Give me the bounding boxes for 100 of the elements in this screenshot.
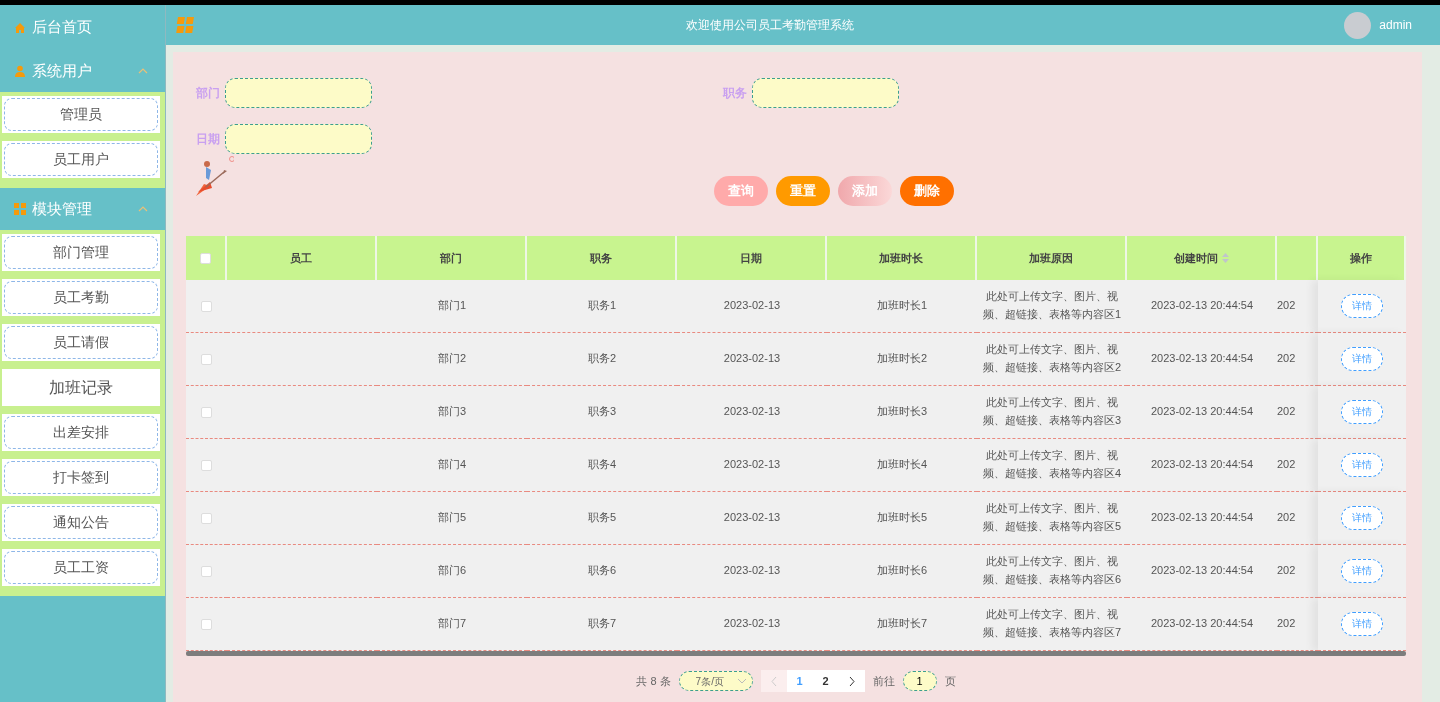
field-label: 日期: [195, 131, 220, 148]
page-button[interactable]: 2: [812, 670, 839, 692]
chevron-right-icon: [848, 677, 855, 687]
group-header[interactable]: 模块管理: [32, 197, 131, 221]
table-cell: 部门3: [377, 386, 527, 439]
table-cell: 2023-02-13 20:44:54: [1127, 386, 1277, 439]
table-cell: 加班时长7: [827, 598, 977, 651]
chevron-left-icon: [770, 677, 777, 687]
row-checkbox[interactable]: [201, 565, 212, 577]
table-cell: 此处可上传文字、图片、视频、超链接、表格等内容区1: [977, 280, 1127, 333]
page-number-field[interactable]: 1: [902, 671, 937, 691]
details-button[interactable]: 详情: [1341, 612, 1383, 636]
column-header: 操作: [1318, 236, 1406, 280]
menu-item[interactable]: 加班记录: [2, 369, 160, 406]
details-button[interactable]: 详情: [1341, 506, 1383, 530]
search-button[interactable]: 查询: [714, 176, 768, 206]
menu-item[interactable]: 员工工资: [2, 549, 160, 586]
table-cell: 2023-02-13 20:44:54: [1127, 439, 1277, 492]
table-cell: 2023-02-13: [677, 386, 827, 439]
table-cell: 202: [1277, 439, 1318, 492]
table-cell: 2023-02-13: [677, 333, 827, 386]
menu-item[interactable]: 管理员: [2, 96, 160, 133]
column-header: 员工: [227, 236, 377, 280]
table-cell: 加班时长1: [827, 280, 977, 333]
table-cell: 202: [1277, 545, 1318, 598]
row-checkbox[interactable]: [201, 406, 212, 418]
horizontal-scrollbar[interactable]: [186, 651, 1406, 656]
column-header: 部门: [377, 236, 527, 280]
table-cell: 此处可上传文字、图片、视频、超链接、表格等内容区4: [977, 439, 1127, 492]
select-all-checkbox[interactable]: [200, 252, 211, 264]
table-cell: 职务5: [527, 492, 677, 545]
rocket-drawing: [194, 156, 234, 198]
input-field[interactable]: [225, 124, 372, 154]
home-link[interactable]: 后台首页: [32, 16, 92, 39]
dropdown-caret-icon[interactable]: [737, 678, 746, 684]
menu-item[interactable]: 员工用户: [2, 141, 160, 178]
table-cell: 2023-02-13: [677, 439, 827, 492]
menu-item[interactable]: 部门管理: [2, 234, 160, 271]
table-cell: 加班时长2: [827, 333, 977, 386]
table-cell: 部门2: [377, 333, 527, 386]
column-header: 日期: [677, 236, 827, 280]
details-button[interactable]: 详情: [1341, 400, 1383, 424]
table-cell: 职务4: [527, 439, 677, 492]
details-button[interactable]: 详情: [1341, 453, 1383, 477]
menu-item[interactable]: 员工考勤: [2, 279, 160, 316]
table-cell: 此处可上传文字、图片、视频、超链接、表格等内容区3: [977, 386, 1127, 439]
sort-icon[interactable]: [1221, 253, 1229, 263]
table-cell: 此处可上传文字、图片、视频、超链接、表格等内容区5: [977, 492, 1127, 545]
system-title: 欢迎使用公司员工考勤管理系统: [685, 17, 856, 34]
home-icon: [14, 21, 26, 34]
table-cell: 此处可上传文字、图片、视频、超链接、表格等内容区7: [977, 598, 1127, 651]
page-size-select[interactable]: 7条/页: [678, 671, 753, 691]
group-header[interactable]: 系统用户: [32, 59, 131, 83]
table-cell: 202: [1277, 333, 1318, 386]
table-cell: 2023-02-13: [677, 598, 827, 651]
details-button[interactable]: 详情: [1341, 347, 1383, 371]
table-cell: 202: [1277, 598, 1318, 651]
menu-item[interactable]: 打卡签到: [2, 459, 160, 496]
chevron-icon[interactable]: [137, 66, 149, 76]
page-suffix: 页: [944, 673, 956, 689]
row-checkbox[interactable]: [201, 353, 212, 365]
table-cell: 职务7: [527, 598, 677, 651]
menu-item[interactable]: 通知公告: [2, 504, 160, 541]
row-checkbox[interactable]: [201, 459, 212, 471]
table-cell: 2023-02-13 20:44:54: [1127, 492, 1277, 545]
column-header: 职务: [527, 236, 677, 280]
row-checkbox[interactable]: [201, 300, 212, 312]
table-cell: 部门1: [377, 280, 527, 333]
row-checkbox[interactable]: [201, 618, 212, 630]
previous-page-button[interactable]: [760, 670, 787, 692]
table-cell: 职务2: [527, 333, 677, 386]
next-page-button[interactable]: [838, 670, 865, 692]
delete-button[interactable]: 删除: [900, 176, 954, 206]
chevron-icon[interactable]: [137, 204, 149, 214]
reset-button[interactable]: 重置: [776, 176, 830, 206]
column-header[interactable]: 创建时间: [1173, 249, 1218, 267]
table-cell: 加班时长6: [827, 545, 977, 598]
table-cell: 加班时长5: [827, 492, 977, 545]
table-cell: 2023-02-13 20:44:54: [1127, 280, 1277, 333]
username[interactable]: admin: [1379, 16, 1412, 34]
input-field[interactable]: [752, 78, 899, 108]
column-header: 加班原因: [977, 236, 1127, 280]
avatar[interactable]: [1344, 11, 1372, 39]
add-button[interactable]: 添加: [838, 176, 892, 206]
table-cell: 202: [1277, 492, 1318, 545]
table-cell: 2023-02-13 20:44:54: [1127, 333, 1277, 386]
details-button[interactable]: 详情: [1341, 294, 1383, 318]
menu-item[interactable]: 员工请假: [2, 324, 160, 361]
details-button[interactable]: 详情: [1341, 559, 1383, 583]
table-cell: 部门7: [377, 598, 527, 651]
field-label: 职务: [721, 85, 747, 102]
table-cell: 部门5: [377, 492, 527, 545]
grid-icon: [14, 203, 26, 215]
table-cell: 部门6: [377, 545, 527, 598]
menu-item[interactable]: 出差安排: [2, 414, 160, 451]
input-field[interactable]: [225, 78, 372, 108]
row-checkbox[interactable]: [201, 512, 212, 524]
field-label: 部门: [195, 85, 220, 102]
table-cell: 职务3: [527, 386, 677, 439]
page-button[interactable]: 1: [786, 670, 813, 692]
